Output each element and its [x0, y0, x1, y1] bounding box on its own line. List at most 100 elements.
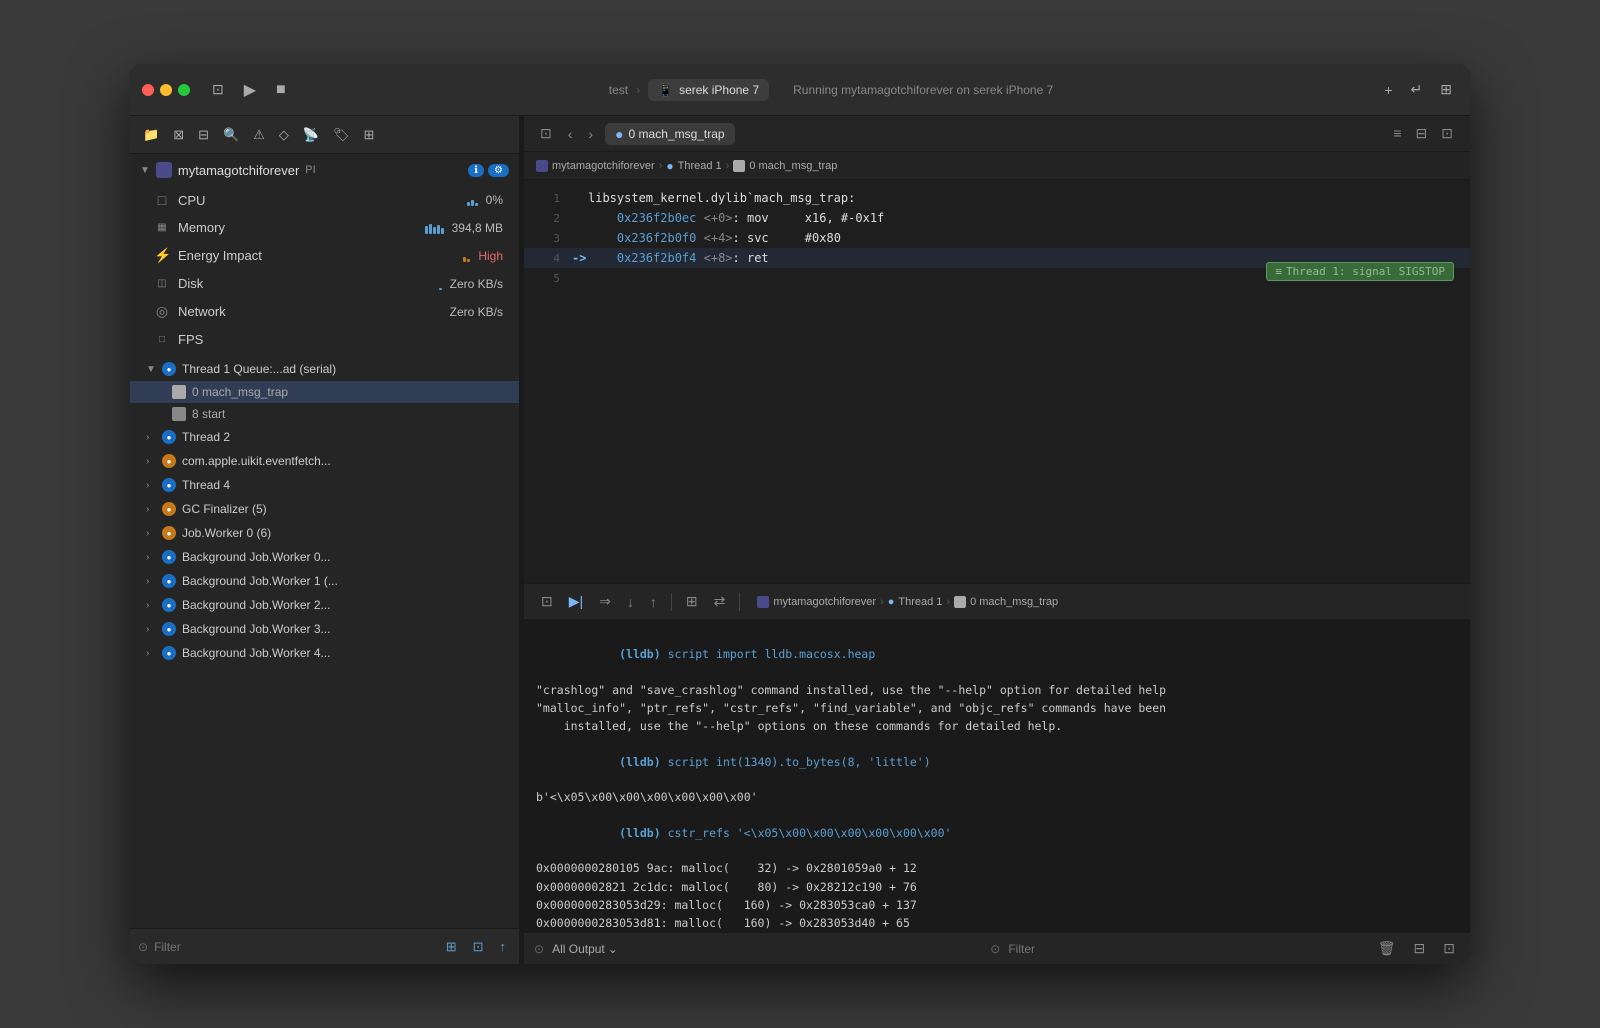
debug-view-btn[interactable]: ⊞ — [681, 591, 703, 612]
line-arrow-4: -> — [572, 251, 588, 265]
line-num-3: 3 — [536, 232, 560, 245]
sidebar-filter-bar: ⊙ ⊞ ⊡ ↑ — [130, 928, 519, 964]
mach-icon — [172, 385, 186, 399]
info-badge[interactable]: ℹ — [468, 164, 484, 177]
metric-fps[interactable]: □ FPS — [130, 326, 519, 353]
sidebar-network-btn[interactable]: 📡 — [298, 124, 324, 146]
sidebar-filter-input[interactable] — [154, 940, 435, 954]
sidebar-warn-btn[interactable]: ⚠ — [248, 124, 270, 146]
debug-clear-btn[interactable]: 🗑 — [1373, 938, 1401, 959]
breadcrumb-thread: Thread 1 — [678, 160, 722, 172]
signal-badge: ≡ Thread 1: signal SIGSTOP — [1266, 262, 1454, 281]
bgw2-chevron: › — [146, 600, 156, 611]
debug-sep1 — [671, 593, 672, 611]
project-name: mytamagotchiforever — [178, 163, 299, 178]
debug-sidebar-btn[interactable]: ⊡ — [536, 591, 558, 612]
network-icon: ◎ — [154, 303, 170, 320]
minimize-button[interactable] — [160, 84, 172, 96]
project-header[interactable]: ▼ mytamagotchiforever PI ℹ ⚙ — [130, 154, 519, 186]
console-cmd-1: script import lldb.macosx.heap — [668, 647, 876, 661]
back-button[interactable]: ↵ — [1405, 77, 1429, 102]
thread-item-1[interactable]: ▼ ● Thread 1 Queue:...ad (serial) — [130, 357, 519, 381]
mach-label: 0 mach_msg_trap — [192, 385, 288, 399]
output-selector[interactable]: All Output ⌄ — [552, 942, 618, 956]
thread2-chevron: › — [146, 432, 156, 443]
bgw3-chevron: › — [146, 624, 156, 635]
thread-item-bgw3[interactable]: › ● Background Job.Worker 3... — [130, 617, 519, 641]
sidebar-stop-btn[interactable]: ⊠ — [168, 124, 189, 146]
metric-cpu[interactable]: □ CPU 0% — [130, 186, 519, 214]
code-nav-sidebar-btn[interactable]: ⊡ — [536, 123, 556, 144]
sidebar-toggle-button[interactable]: ⊡ — [206, 77, 230, 102]
debug-step-out-btn[interactable]: ↑ — [645, 592, 662, 612]
split-view-icon[interactable]: ⊟ — [1411, 122, 1433, 145]
sidebar-folder-btn[interactable]: 📁 — [138, 124, 164, 146]
active-code-tab[interactable]: ● 0 mach_msg_trap — [605, 123, 735, 145]
thread-item-4[interactable]: › ● Thread 4 — [130, 473, 519, 497]
start-icon — [172, 407, 186, 421]
debug-share-btn[interactable]: ⇄ — [709, 591, 731, 612]
sidebar-filter2-btn[interactable]: ⊞ — [359, 124, 380, 146]
thread-item-bgw0[interactable]: › ● Background Job.Worker 0... — [130, 545, 519, 569]
cpu-bars — [467, 194, 478, 206]
split-view-button[interactable]: ⊞ — [1434, 77, 1458, 102]
debug-step-in-btn[interactable]: ↓ — [622, 592, 639, 612]
sidebar-threads-btn[interactable]: ⊟ — [193, 124, 214, 146]
project-icon — [156, 162, 172, 178]
inspector-icon[interactable]: ⊡ — [1436, 122, 1458, 145]
sub-item-start[interactable]: 8 start — [130, 403, 519, 425]
debug-filter-input[interactable] — [1008, 942, 1364, 956]
sub-item-mach[interactable]: 0 mach_msg_trap — [130, 381, 519, 403]
debug-console: (lldb) script import lldb.macosx.heap "c… — [524, 620, 1470, 932]
debug-expand-btn[interactable]: ⊡ — [1438, 938, 1460, 959]
debug-toolbar: ⊡ ▶| ⇒ ↓ ↑ ⊞ ⇄ mytamagotchiforever › ● T… — [524, 584, 1470, 620]
sidebar-diamond-btn[interactable]: ◇ — [274, 124, 294, 146]
thread-item-job0[interactable]: › ● Job.Worker 0 (6) — [130, 521, 519, 545]
device-tab[interactable]: 📱 serek iPhone 7 — [648, 79, 769, 101]
close-button[interactable] — [142, 84, 154, 96]
debug-continue-btn[interactable]: ▶| — [564, 591, 588, 612]
thread4-chevron: › — [146, 480, 156, 491]
metric-network[interactable]: ◎ Network Zero KB/s — [130, 297, 519, 326]
thread2-label: Thread 2 — [182, 430, 509, 444]
settings-badge[interactable]: ⚙ — [488, 164, 509, 177]
sidebar-plus-btn[interactable]: ⊡ — [468, 936, 489, 958]
right-panel: ⊡ ‹ › ● 0 mach_msg_trap ≡ ⊟ ⊡ — [524, 116, 1470, 964]
thread-item-bgw4[interactable]: › ● Background Job.Worker 4... — [130, 641, 519, 665]
add-button[interactable]: + — [1378, 78, 1398, 102]
code-nav-back-btn[interactable]: ‹ — [564, 124, 577, 144]
metric-energy-label: Energy Impact — [178, 248, 455, 263]
sidebar-share-btn[interactable]: ↑ — [495, 936, 512, 957]
console-line-8: 0x0000000280105 9ac: malloc( 32) -> 0x28… — [536, 860, 1458, 877]
sidebar-tag-btn[interactable]: 🏷 — [328, 124, 355, 146]
debug-bc-sep1: › — [880, 596, 884, 608]
debug-split-btn[interactable]: ⊟ — [1409, 938, 1431, 959]
list-view-icon[interactable]: ≡ — [1388, 122, 1406, 145]
project-suffix: PI — [305, 164, 315, 176]
output-label: All Output — [552, 942, 605, 956]
sidebar-search-btn[interactable]: 🔍 — [218, 124, 244, 146]
code-nav-forward-btn[interactable]: › — [584, 124, 597, 144]
device-name: serek iPhone 7 — [679, 83, 759, 97]
play-button[interactable]: ▶ — [238, 76, 262, 104]
maximize-button[interactable] — [178, 84, 190, 96]
debug-step-over-btn[interactable]: ⇒ — [594, 591, 616, 612]
line-num-5: 5 — [536, 272, 560, 285]
thread-item-gc[interactable]: › ● GC Finalizer (5) — [130, 497, 519, 521]
metric-energy[interactable]: ⚡ Energy Impact High — [130, 241, 519, 270]
metric-memory[interactable]: ▦ Memory 394,8 MB — [130, 214, 519, 241]
console-line-3: "malloc_info", "ptr_refs", "cstr_refs", … — [536, 700, 1458, 717]
code-breadcrumb: mytamagotchiforever › ● Thread 1 › 0 mac… — [524, 152, 1470, 180]
thread-item-2[interactable]: › ● Thread 2 — [130, 425, 519, 449]
console-line-7: (lldb) cstr_refs '<\x05\x00\x00\x00\x00\… — [536, 808, 1458, 860]
thread-item-bgw2[interactable]: › ● Background Job.Worker 2... — [130, 593, 519, 617]
thread-item-com-apple[interactable]: › ● com.apple.uikit.eventfetch... — [130, 449, 519, 473]
breadcrumb-app: mytamagotchiforever — [552, 160, 655, 172]
sidebar-grid-btn[interactable]: ⊞ — [441, 936, 462, 958]
metric-disk[interactable]: ◫ Disk Zero KB/s — [130, 270, 519, 297]
stop-button[interactable]: ■ — [270, 77, 292, 103]
bgw1-label: Background Job.Worker 1 (... — [182, 574, 509, 588]
debug-bc-sep2: › — [946, 596, 950, 608]
thread-item-bgw1[interactable]: › ● Background Job.Worker 1 (... — [130, 569, 519, 593]
debug-area: ⊡ ▶| ⇒ ↓ ↑ ⊞ ⇄ mytamagotchiforever › ● T… — [524, 584, 1470, 964]
